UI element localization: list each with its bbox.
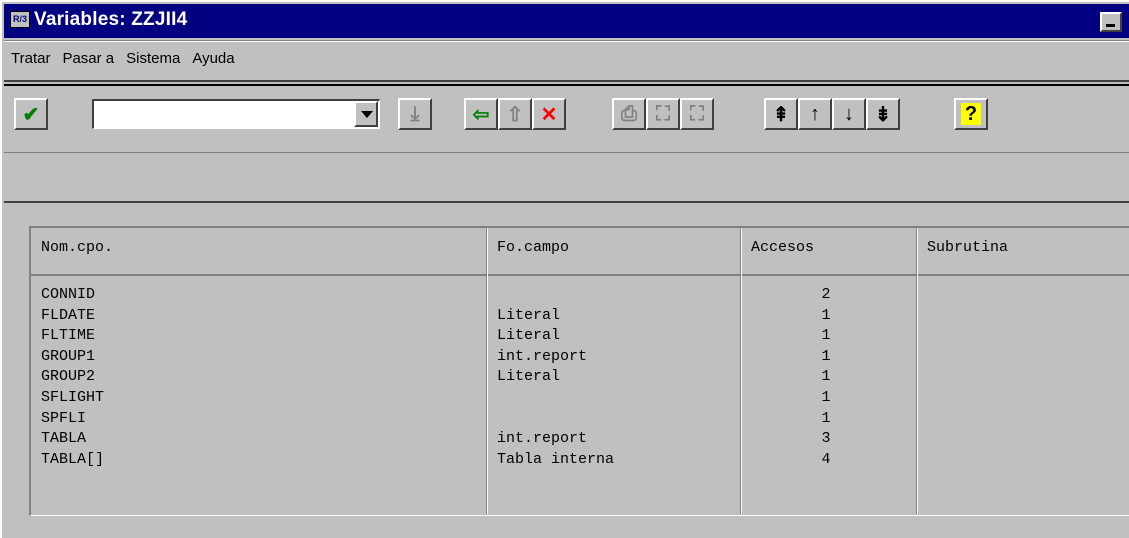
cell-accesses: 1 [821, 306, 831, 324]
last-page-icon: ⇟ [874, 103, 892, 126]
find-button[interactable]: ⛶ [646, 98, 680, 130]
find-icon: ⛶ [656, 102, 670, 125]
find-next-icon: ⛶ [690, 102, 704, 125]
last-page-button[interactable]: ⇟ [866, 98, 900, 130]
cell-origin: Literal [497, 368, 561, 386]
cell-accesses: 4 [821, 450, 831, 468]
cell-origin: int.report [497, 347, 588, 365]
app-icon[interactable]: R/3 [10, 11, 30, 28]
application-toolbar: ✔ ⤓ ⇦ ⇧ ✕ ⎙ ⛶ ⛶ ⇞ ↑ ↓ ⇟ ? [8, 90, 1129, 152]
cell-origin: Tabla interna [497, 450, 615, 468]
table-row[interactable]: TABLA[] Tabla interna 4 [31, 451, 1129, 472]
menu-bar: Tratar Pasar a Sistema Ayuda [4, 44, 240, 72]
help-button[interactable]: ? [954, 98, 988, 130]
enter-button[interactable]: ✔ [14, 98, 48, 130]
cell-name: FLDATE [41, 306, 96, 324]
header-fo-campo[interactable]: Fo.campo [487, 228, 741, 274]
cell-name: CONNID [41, 286, 96, 303]
header-subrutina[interactable]: Subrutina [917, 228, 1129, 274]
divider [4, 40, 1129, 42]
header-nom-cpo[interactable]: Nom.cpo. [31, 228, 487, 274]
cell-accesses: 1 [821, 327, 831, 345]
variables-table: Nom.cpo. Fo.campo Accesos Subrutina CONN… [29, 226, 1129, 516]
cell-accesses: 1 [821, 368, 831, 386]
cell-origin: Literal [497, 306, 561, 324]
table-row[interactable]: GROUP2 Literal 1 [31, 368, 1129, 389]
cell-name: SFLIGHT [41, 388, 105, 406]
menu-sistema[interactable]: Sistema [119, 44, 185, 67]
table-row[interactable]: GROUP1 int.report 1 [31, 348, 1129, 369]
cell-origin: int.report [497, 430, 588, 448]
cell-origin: Literal [497, 327, 561, 345]
cell-name: FLTIME [41, 327, 96, 345]
exit-icon: ⇧ [506, 103, 524, 126]
header-accesos[interactable]: Accesos [741, 228, 917, 274]
cell-accesses: 1 [821, 409, 831, 427]
next-page-button[interactable]: ↓ [832, 98, 866, 130]
table-row[interactable]: FLDATE Literal 1 [31, 307, 1129, 328]
previous-page-icon: ↑ [810, 102, 820, 125]
divider [4, 84, 1129, 86]
cell-accesses: 1 [821, 347, 831, 365]
command-field[interactable] [92, 99, 380, 129]
table-body: CONNID 2 FLDATE Literal 1 FLTIME Literal 1 GR… [31, 286, 1129, 471]
print-button[interactable]: ⎙ [612, 98, 646, 130]
table-row[interactable]: FLTIME Literal 1 [31, 327, 1129, 348]
table-header: Nom.cpo. Fo.campo Accesos Subrutina [31, 228, 1129, 276]
save-icon: ⤓ [410, 102, 420, 125]
minimize-button[interactable] [1100, 12, 1122, 32]
cancel-icon: ✕ [540, 103, 558, 126]
title-bar[interactable]: R/3 Variables: ZZJII4 [4, 4, 1129, 38]
table-row[interactable]: SPFLI 1 [31, 410, 1129, 431]
table-row[interactable]: SFLIGHT 1 [31, 389, 1129, 410]
first-page-icon: ⇞ [772, 103, 790, 126]
cell-name: TABLA [41, 430, 87, 448]
cancel-button[interactable]: ✕ [532, 98, 566, 130]
menu-ayuda[interactable]: Ayuda [185, 44, 239, 67]
print-icon: ⎙ [621, 102, 637, 125]
first-page-button[interactable]: ⇞ [764, 98, 798, 130]
find-next-button[interactable]: ⛶ [680, 98, 714, 130]
table-row[interactable]: TABLA int.report 3 [31, 430, 1129, 451]
menu-tratar[interactable]: Tratar [4, 44, 55, 67]
cell-name: GROUP1 [41, 347, 96, 365]
cell-name: SPFLI [41, 409, 87, 427]
cell-name: TABLA[] [41, 450, 105, 468]
next-page-icon: ↓ [844, 102, 854, 125]
cell-accesses: 3 [821, 430, 831, 448]
command-dropdown-button[interactable] [354, 101, 378, 127]
exit-button[interactable]: ⇧ [498, 98, 532, 130]
cell-name: GROUP2 [41, 368, 96, 386]
cell-accesses: 2 [821, 286, 831, 303]
back-icon: ⇦ [472, 103, 490, 126]
previous-page-button[interactable]: ↑ [798, 98, 832, 130]
cell-accesses: 1 [821, 388, 831, 406]
divider [4, 80, 1129, 82]
minimize-icon [1106, 24, 1115, 27]
app-window: R/3 Variables: ZZJII4 Tratar Pasar a Siste… [0, 0, 1129, 538]
help-icon: ? [960, 103, 982, 125]
enter-icon: ✔ [22, 103, 40, 126]
window-title: Variables: ZZJII4 [34, 9, 188, 30]
back-button[interactable]: ⇦ [464, 98, 498, 130]
menu-pasar-a[interactable]: Pasar a [55, 44, 119, 67]
table-row[interactable]: CONNID 2 [31, 286, 1129, 307]
title-subbar [4, 152, 1129, 203]
save-button[interactable]: ⤓ [398, 98, 432, 130]
